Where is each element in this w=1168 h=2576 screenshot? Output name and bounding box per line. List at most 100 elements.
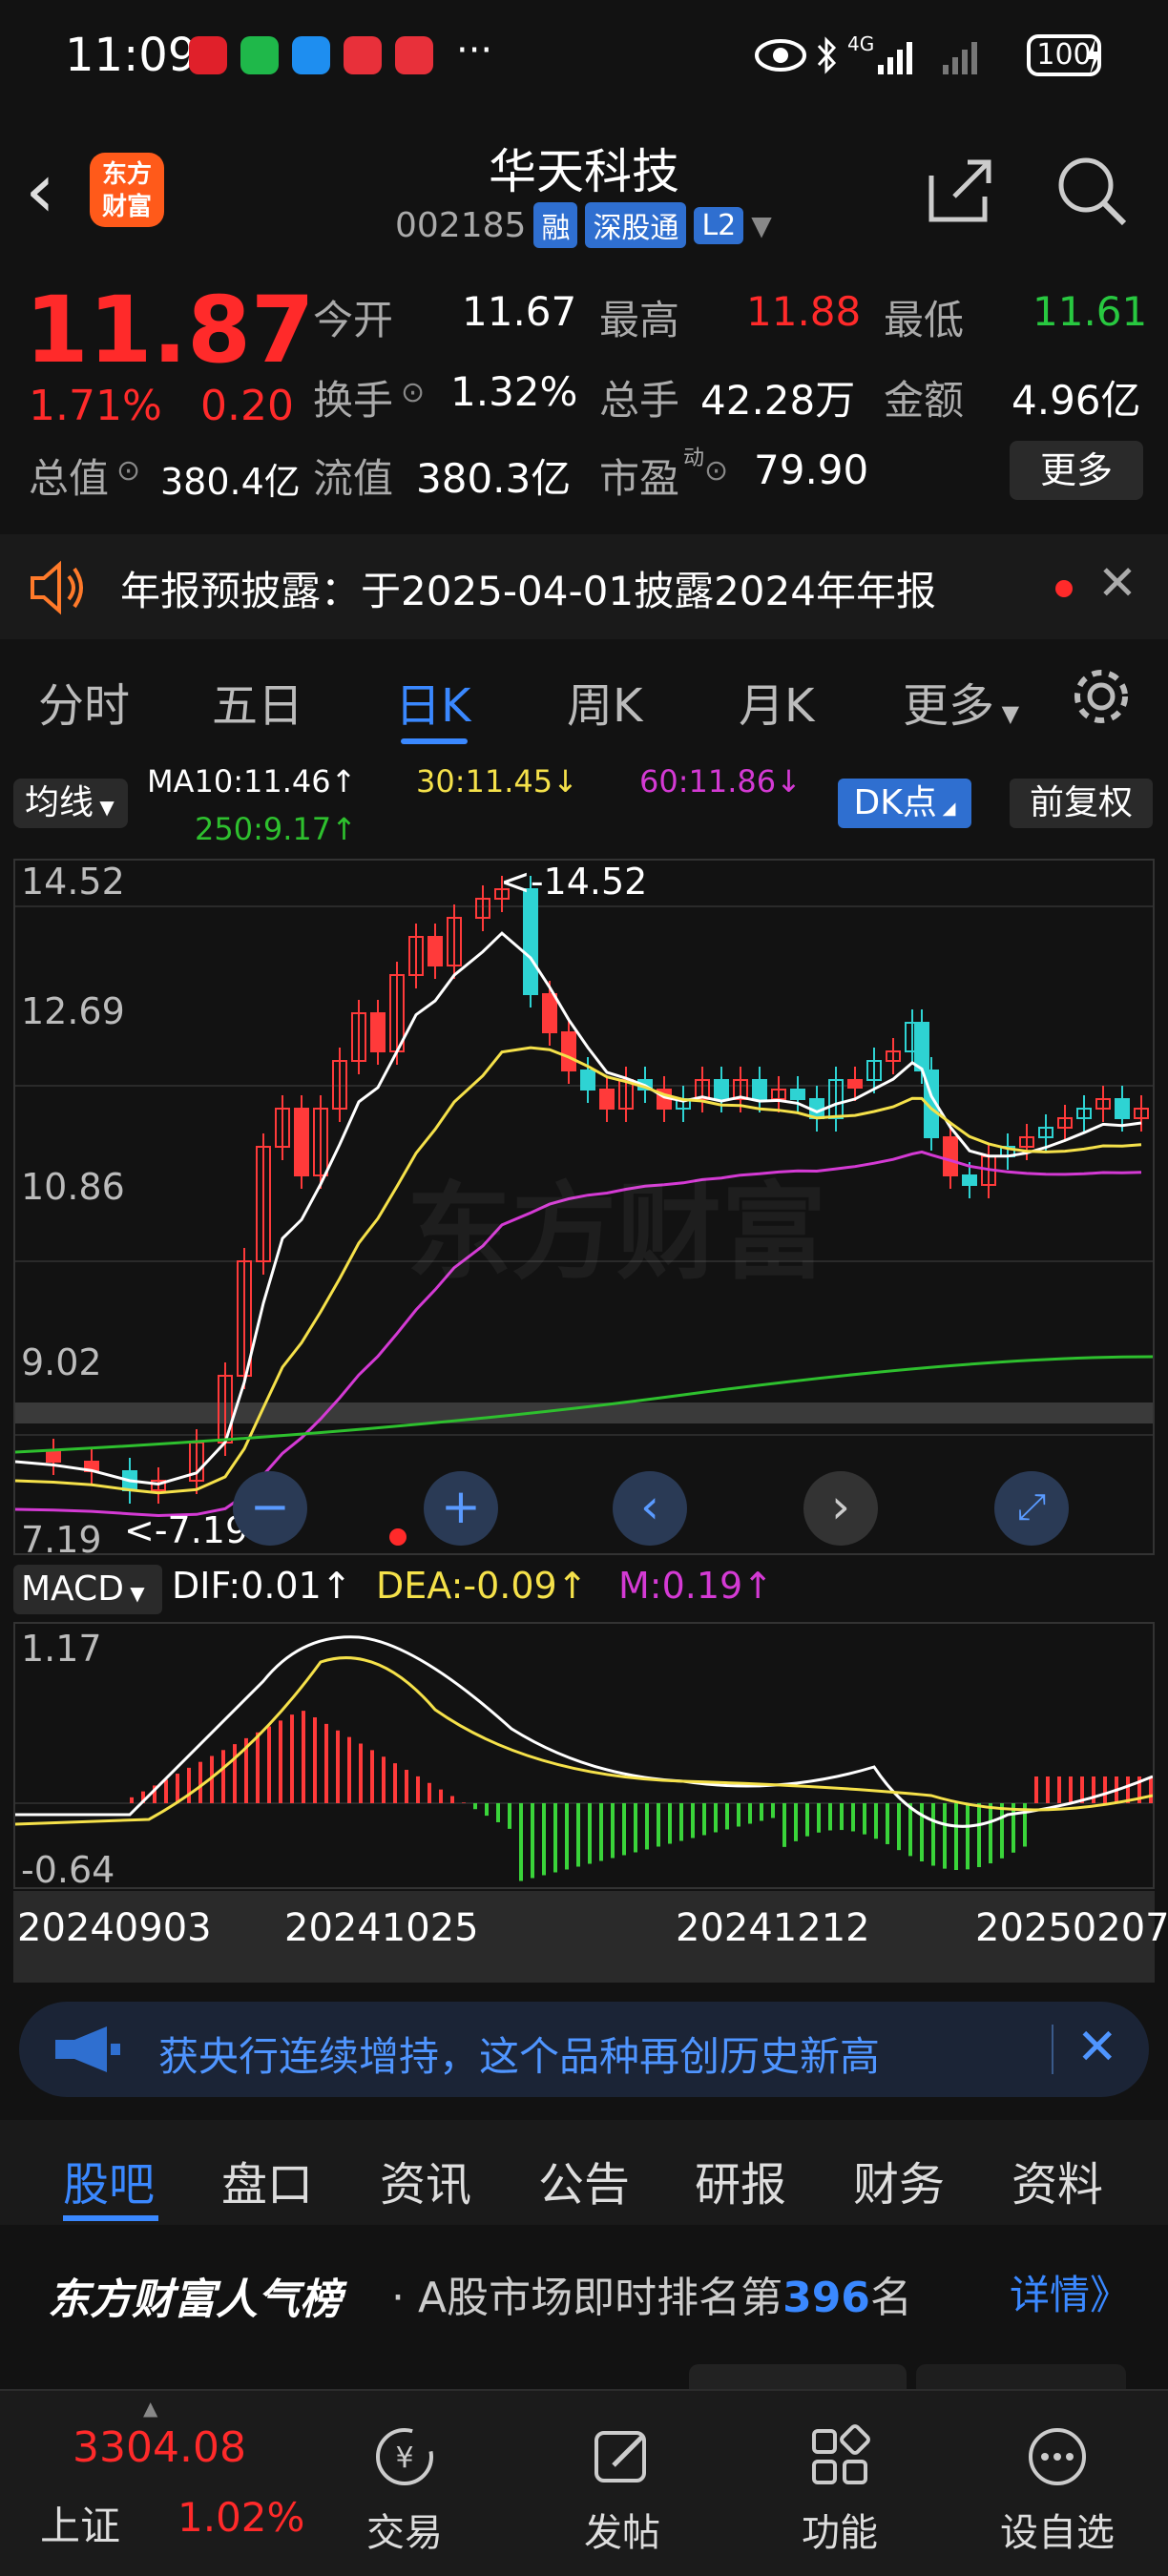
high-marker: <-14.52 [500, 861, 648, 903]
fullscreen-button[interactable]: ⤢ [994, 1471, 1069, 1546]
nav-watchlist[interactable]: 设自选 [962, 2391, 1153, 2576]
ma-button-label: 均线 [25, 783, 94, 822]
nav-functions[interactable]: 功能 [744, 2391, 935, 2576]
price-change: 0.20 [200, 382, 294, 430]
mktcap-value: 380.4亿 [160, 461, 301, 503]
zoom-in-button[interactable]: + [424, 1471, 498, 1546]
banner-text: 获央行连续增持，这个品种再创历史新高 [158, 2033, 881, 2080]
tab-financials[interactable]: 财务 [853, 2147, 945, 2213]
macd-tick-min: -0.64 [21, 1849, 115, 1891]
date-tick: 20250207 [975, 1906, 1168, 1950]
adjust-mode-button[interactable]: 前复权 [1010, 779, 1153, 828]
weibo-icon [344, 36, 382, 74]
index-value[interactable]: 3304.08 [73, 2423, 246, 2472]
info-tabs: 股吧 盘口 资讯 公告 研报 财务 资料 [0, 2120, 1168, 2225]
low-value: 11.61 [1032, 288, 1148, 335]
date-tick: 20241025 [284, 1906, 479, 1950]
date-tick: 20241212 [676, 1906, 870, 1950]
rank-prefix: · A股市场即时排名第 [391, 2274, 783, 2322]
candle-body [599, 1089, 615, 1110]
price-band [15, 1402, 1153, 1423]
share-icon[interactable] [922, 153, 998, 229]
candle-body [714, 1079, 729, 1100]
pe-label: 市盈 [599, 455, 680, 502]
tab-more[interactable]: 更多 ▼ [903, 668, 1019, 735]
candle-body [752, 1079, 767, 1100]
macd-selector-button[interactable]: MACD ▼ [13, 1565, 162, 1614]
info-icon[interactable]: ⊙ [116, 454, 140, 488]
caret-down-icon: ▼ [94, 796, 115, 819]
macd-tick-max: 1.17 [21, 1628, 102, 1670]
tab-profile[interactable]: 资料 [1012, 2147, 1103, 2213]
tab-monthly-k[interactable]: 月K [739, 668, 814, 735]
dea-line [15, 1656, 1153, 1826]
kline-chart[interactable]: 14.52 12.69 10.86 9.02 7.19 <-14.52 <-7.… [13, 859, 1155, 1561]
close-notice-icon[interactable]: ✕ [1097, 555, 1137, 611]
settings-gear-icon[interactable] [1071, 666, 1132, 727]
candle-body [914, 1022, 929, 1071]
signal2-icon [943, 42, 977, 74]
zoom-out-button[interactable]: − [233, 1471, 307, 1546]
info-icon[interactable]: ⊙ [704, 454, 728, 488]
stock-code: 002185 [395, 205, 527, 245]
page-dot [389, 1528, 407, 1546]
tab-daily-k[interactable]: 日K [395, 668, 470, 735]
m-label: M:0.19↑ [618, 1565, 774, 1607]
tab-weekly-k[interactable]: 周K [567, 668, 642, 735]
amount-label: 金额 [884, 377, 965, 424]
stock-code-row[interactable]: 002185 融 深股通 L2 ▼ [395, 202, 772, 248]
nav-post[interactable]: 发帖 [527, 2391, 718, 2576]
macd-svg [15, 1635, 1153, 1881]
dea-label: DEA:-0.09↑ [376, 1565, 588, 1607]
dk-point-button[interactable]: DK点 ◢ [838, 779, 971, 828]
nav-trade-label: 交易 [366, 2511, 443, 2555]
corner-caret-icon: ◢ [936, 799, 956, 819]
macd-chart[interactable]: 1.17 -0.64 [13, 1622, 1155, 1891]
y-tick-4: 9.02 [21, 1341, 102, 1383]
candle-body [294, 1108, 309, 1176]
active-tab-indicator [401, 738, 468, 744]
low-label: 最低 [884, 297, 965, 343]
date-tick: 20240903 [17, 1906, 212, 1950]
candle-body [370, 1012, 386, 1052]
app-notification-icon [189, 36, 227, 74]
index-percent[interactable]: 1.02% [177, 2494, 304, 2541]
bottom-navigation: ▲ 3304.08 上证 1.02% ¥ 交易 发帖 功能 设自选 [0, 2389, 1168, 2576]
ma-selector-button[interactable]: 均线 ▼ [13, 779, 128, 828]
candle-body [1115, 1098, 1130, 1119]
news-banner[interactable]: 获央行连续增持，这个品种再创历史新高 ✕ [19, 2002, 1149, 2097]
caret-down-icon: ▼ [123, 1582, 145, 1605]
ma10-label: MA10:11.46↑ [147, 763, 357, 800]
tab-intraday[interactable]: 分时 [38, 668, 130, 735]
tab-five-day[interactable]: 五日 [212, 668, 303, 735]
percent-change: 1.71% [29, 382, 162, 430]
index-name[interactable]: 上证 [40, 2494, 120, 2552]
popularity-rank[interactable]: 东方财富人气榜 · A股市场即时排名第396名 详情》 [0, 2229, 1168, 2343]
float-value: 380.3亿 [416, 455, 572, 502]
tab-guba[interactable]: 股吧 [63, 2147, 155, 2213]
banner-divider [1052, 2025, 1053, 2074]
close-banner-icon[interactable]: ✕ [1076, 2019, 1118, 2076]
info-icon[interactable]: ⊙ [401, 376, 425, 409]
scroll-right-button[interactable]: › [803, 1471, 878, 1546]
ma250-label: 250:9.17↑ [195, 811, 357, 847]
tab-research[interactable]: 研报 [695, 2147, 786, 2213]
tab-announcements[interactable]: 公告 [538, 2147, 630, 2213]
open-value: 11.67 [462, 288, 577, 335]
nav-trade[interactable]: ¥ 交易 [309, 2391, 500, 2576]
message-icon [292, 36, 330, 74]
tab-news[interactable]: 资讯 [380, 2147, 471, 2213]
y-tick-max: 14.52 [21, 861, 125, 903]
speaker-icon [31, 560, 83, 615]
pe-value: 79.90 [754, 447, 869, 493]
turnover-value: 1.32% [450, 368, 578, 415]
more-dots-icon [1029, 2428, 1086, 2485]
rank-details-link[interactable]: 详情》 [1010, 2263, 1130, 2321]
unread-dot [1055, 580, 1073, 597]
scroll-left-button[interactable]: ‹ [613, 1471, 687, 1546]
tab-pankou[interactable]: 盘口 [221, 2147, 313, 2213]
more-quote-button[interactable]: 更多 [1010, 441, 1143, 500]
dk-label: DK点 [853, 783, 937, 822]
report-notice[interactable]: 年报预披露：于2025-04-01披露2024年年报 ✕ [0, 534, 1168, 639]
search-icon[interactable] [1053, 153, 1130, 229]
